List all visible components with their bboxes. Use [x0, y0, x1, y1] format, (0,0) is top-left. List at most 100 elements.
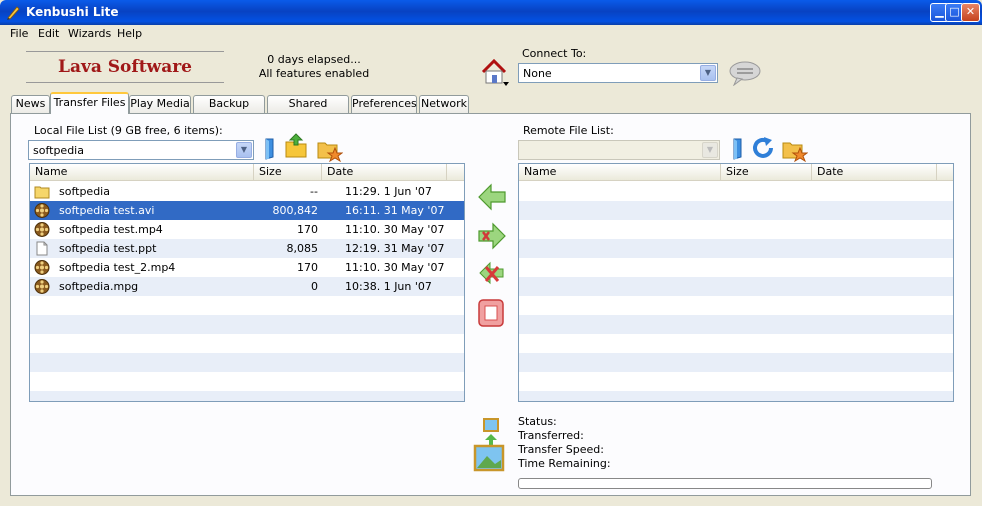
- new-file-icon[interactable]: [260, 137, 278, 161]
- file-name: softpedia test.mp4: [59, 223, 163, 236]
- empty-row: [30, 372, 464, 391]
- table-row[interactable]: softpedia.mpg 0 10:38. 1 Jun '07: [30, 277, 464, 296]
- transfer-progress-bar: [518, 478, 932, 489]
- folder-icon: [34, 186, 50, 199]
- features-text: All features enabled: [258, 67, 370, 80]
- local-list-header: Name Size Date: [30, 164, 464, 181]
- chat-bubble-icon[interactable]: [728, 60, 762, 86]
- chevron-down-icon[interactable]: ▼: [236, 142, 252, 158]
- empty-row: [30, 334, 464, 353]
- file-size: 170: [297, 223, 318, 236]
- chevron-down-icon: ▼: [702, 142, 718, 158]
- empty-row: [30, 353, 464, 372]
- column-header-size[interactable]: Size: [721, 164, 812, 180]
- file-size: --: [310, 185, 318, 198]
- film-reel-icon: [34, 222, 50, 237]
- remote-list-header: Name Size Date: [519, 164, 953, 181]
- tab-news[interactable]: News: [11, 95, 50, 113]
- table-row[interactable]: softpedia test.avi 800,842 16:11. 31 May '…: [30, 201, 464, 220]
- table-row[interactable]: softpedia test.mp4 170 11:10. 30 May '07: [30, 220, 464, 239]
- table-row[interactable]: softpedia -- 11:29. 1 Jun '07: [30, 182, 464, 201]
- empty-row: [519, 182, 953, 201]
- transfer-speed-label: Transfer Speed:: [518, 443, 604, 456]
- file-date: 11:29. 1 Jun '07: [345, 185, 432, 198]
- file-name: softpedia.mpg: [59, 280, 139, 293]
- table-row[interactable]: softpedia test_2.mp4 170 11:10. 30 May '07: [30, 258, 464, 277]
- empty-row: [30, 315, 464, 334]
- status-label: Status:: [518, 415, 557, 428]
- window-title: Kenbushi Lite: [26, 5, 119, 19]
- empty-row: [519, 353, 953, 372]
- local-folder-select[interactable]: softpedia ▼: [28, 140, 254, 160]
- favorite-folder-icon[interactable]: [317, 138, 343, 162]
- file-date: 16:11. 31 May '07: [345, 204, 445, 217]
- download-arrow-icon[interactable]: [477, 183, 507, 211]
- local-folder-value: softpedia: [33, 144, 84, 157]
- tab-transfer-files[interactable]: Transfer Files: [50, 92, 129, 114]
- column-header-name[interactable]: Name: [519, 164, 721, 180]
- remote-favorite-folder-icon[interactable]: [782, 138, 808, 162]
- tab-backup-data[interactable]: Backup Data: [193, 95, 265, 126]
- file-size: 0: [311, 280, 318, 293]
- transfer-images-icon: [473, 418, 505, 472]
- upload-arrow-icon[interactable]: [477, 222, 507, 250]
- logo-divider-top: [26, 51, 224, 52]
- file-date: 10:38. 1 Jun '07: [345, 280, 432, 293]
- file-size: 170: [297, 261, 318, 274]
- column-header-name[interactable]: Name: [30, 164, 254, 180]
- app-logo-icon: [7, 6, 20, 20]
- empty-row: [519, 315, 953, 334]
- empty-row: [519, 258, 953, 277]
- title-bar[interactable]: Kenbushi Lite ▁ □ ✕: [0, 0, 982, 25]
- local-file-list[interactable]: Name Size Date softpedia -- 11:29. 1 Jun '…: [29, 163, 465, 402]
- remote-new-file-icon[interactable]: [728, 137, 746, 161]
- table-row[interactable]: softpedia test.ppt 8,085 12:19. 31 May '07: [30, 239, 464, 258]
- close-button[interactable]: ✕: [961, 3, 980, 22]
- file-size: 8,085: [286, 242, 319, 255]
- connect-to-value: None: [523, 67, 552, 80]
- film-reel-icon: [34, 279, 50, 294]
- remote-folder-select: ▼: [518, 140, 720, 160]
- menu-edit[interactable]: Edit: [38, 27, 59, 40]
- empty-row: [519, 334, 953, 353]
- folder-up-icon[interactable]: [284, 133, 308, 159]
- film-reel-icon: [34, 260, 50, 275]
- tab-play-media[interactable]: Play Media: [129, 95, 191, 113]
- file-name: softpedia: [59, 185, 110, 198]
- empty-row: [519, 201, 953, 220]
- elapsed-info: 0 days elapsed... All features enabled: [248, 53, 380, 81]
- empty-row: [519, 391, 953, 401]
- home-network-icon[interactable]: [480, 58, 512, 88]
- connect-to-select[interactable]: None ▼: [518, 63, 718, 83]
- remote-file-list[interactable]: Name Size Date: [518, 163, 954, 402]
- tab-network[interactable]: Network: [419, 95, 469, 113]
- menu-help[interactable]: Help: [117, 27, 142, 40]
- menu-file[interactable]: File: [10, 27, 28, 40]
- column-header-date[interactable]: Date: [322, 164, 447, 180]
- document-icon: [36, 241, 48, 256]
- delete-transfer-icon[interactable]: [477, 259, 507, 287]
- empty-row: [519, 220, 953, 239]
- file-date: 11:10. 30 May '07: [345, 223, 445, 236]
- column-header-size[interactable]: Size: [254, 164, 322, 180]
- local-file-list-label: Local File List (9 GB free, 6 items):: [34, 124, 223, 137]
- column-header-date[interactable]: Date: [812, 164, 937, 180]
- file-date: 11:10. 30 May '07: [345, 261, 445, 274]
- file-date: 12:19. 31 May '07: [345, 242, 445, 255]
- tab-preferences[interactable]: Preferences: [351, 95, 417, 113]
- menu-bar: File Edit Wizards Help: [0, 25, 982, 43]
- chevron-down-icon[interactable]: ▼: [700, 65, 716, 81]
- tab-shared-folders[interactable]: Shared Folders: [267, 95, 349, 126]
- lava-software-logo: Lava Software: [58, 57, 192, 77]
- empty-row: [519, 277, 953, 296]
- connect-to-label: Connect To:: [522, 47, 587, 60]
- empty-row: [519, 372, 953, 391]
- empty-row: [519, 296, 953, 315]
- file-name: softpedia test_2.mp4: [59, 261, 176, 274]
- remote-file-list-label: Remote File List:: [523, 124, 614, 137]
- menu-wizards[interactable]: Wizards: [68, 27, 111, 40]
- file-size: 800,842: [272, 204, 319, 217]
- stop-icon[interactable]: [477, 298, 505, 328]
- film-reel-icon: [34, 203, 50, 218]
- refresh-icon[interactable]: [751, 136, 775, 160]
